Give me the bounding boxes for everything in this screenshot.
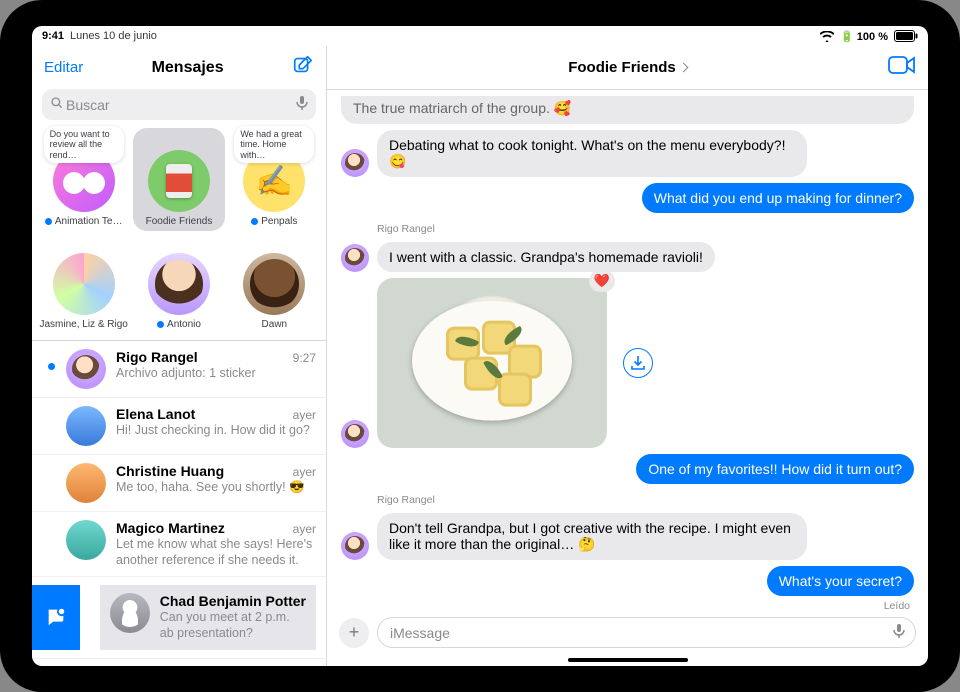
pin-jasmine[interactable]: Jasmine, Liz & Rigo bbox=[38, 231, 129, 334]
avatar bbox=[66, 463, 106, 503]
unread-dot bbox=[45, 218, 52, 225]
chat-pane: ••• Foodie Friends The true matriarch of… bbox=[327, 46, 928, 666]
search-field[interactable] bbox=[42, 89, 316, 120]
pin-label: Antonio bbox=[167, 319, 201, 330]
conversation-list: Rigo Rangel 9:27 Archivo adjunto: 1 stick… bbox=[32, 340, 326, 666]
message-out: One of my favorites!! How did it turn ou… bbox=[636, 454, 914, 484]
row-preview: Me too, haha. See you shortly! 😎 bbox=[116, 480, 316, 496]
avatar bbox=[110, 593, 150, 633]
avatar bbox=[148, 150, 210, 212]
wifi-icon bbox=[820, 31, 834, 42]
message-thread[interactable]: The true matriarch of the group. 🥰 Debat… bbox=[327, 90, 928, 611]
avatar bbox=[341, 149, 369, 177]
pin-label: Penpals bbox=[261, 216, 297, 227]
message-out: What's your secret? bbox=[767, 566, 914, 596]
facetime-icon[interactable] bbox=[888, 55, 916, 80]
avatar bbox=[66, 520, 106, 560]
avatar bbox=[341, 420, 369, 448]
message-out: What did you end up making for dinner? bbox=[642, 183, 914, 213]
avatar bbox=[341, 532, 369, 560]
mark-unread-button[interactable] bbox=[32, 585, 80, 649]
sender-label: Rigo Rangel bbox=[377, 223, 914, 235]
tapback-love-icon[interactable]: ❤️ bbox=[589, 270, 615, 292]
row-time: 9:27 bbox=[293, 351, 316, 365]
avatar bbox=[341, 244, 369, 272]
read-receipt: Leído bbox=[341, 600, 910, 611]
row-name: Magico Martinez bbox=[116, 520, 225, 536]
sidebar-title: Mensajes bbox=[152, 59, 224, 77]
row-preview: Hi! Just checking in. How did it go? bbox=[116, 423, 316, 439]
chat-header: Foodie Friends bbox=[327, 46, 928, 90]
unread-dot bbox=[48, 363, 55, 370]
compose-field[interactable] bbox=[377, 617, 916, 648]
avatar bbox=[243, 253, 305, 315]
pin-antonio[interactable]: Antonio bbox=[133, 231, 224, 334]
edit-button[interactable]: Editar bbox=[44, 59, 83, 76]
status-bar: 9:41 Lunes 10 de junio 🔋 100 % bbox=[32, 26, 928, 46]
status-time: 9:41 bbox=[42, 30, 64, 42]
compose-icon[interactable] bbox=[292, 54, 314, 81]
list-item[interactable]: Jenny Courtayer Can't wait to see you! bbox=[32, 659, 326, 667]
pin-preview: We had a great time. Home with… bbox=[234, 126, 314, 163]
pin-label: Foodie Friends bbox=[146, 216, 213, 227]
pin-foodie[interactable]: Foodie Friends bbox=[133, 128, 224, 231]
search-input[interactable] bbox=[64, 96, 296, 114]
avatar bbox=[66, 349, 106, 389]
pin-penpals[interactable]: We had a great time. Home with… Penpals bbox=[229, 128, 320, 231]
battery-label: 🔋 100 % bbox=[840, 30, 888, 43]
pin-dawn[interactable]: Dawn bbox=[229, 231, 320, 334]
row-preview: Archivo adjunto: 1 sticker bbox=[116, 366, 316, 382]
sender-label: Rigo Rangel bbox=[377, 494, 914, 506]
pin-label: Dawn bbox=[262, 319, 288, 330]
pin-preview: Do you want to review all the rend… bbox=[44, 126, 124, 163]
message-in: Debating what to cook tonight. What's on… bbox=[377, 130, 807, 177]
image-attachment[interactable] bbox=[377, 278, 607, 448]
message-in: Don't tell Grandpa, but I got creative w… bbox=[377, 513, 807, 560]
row-time: ayer bbox=[293, 465, 316, 479]
sidebar: Editar Mensajes Do you want to review al… bbox=[32, 46, 327, 666]
status-date: Lunes 10 de junio bbox=[70, 30, 157, 42]
avatar bbox=[53, 253, 115, 315]
row-name: Christine Huang bbox=[116, 463, 224, 479]
save-attachment-button[interactable] bbox=[623, 348, 653, 378]
row-preview: Can you meet at 2 p.m. ab presentation? bbox=[160, 610, 306, 641]
list-item-swiped[interactable]: Chad Benjamin Potter Can you meet at 2 p… bbox=[32, 577, 326, 658]
chat-title[interactable]: Foodie Friends bbox=[568, 59, 687, 76]
row-name: Rigo Rangel bbox=[116, 349, 198, 365]
row-time: ayer bbox=[293, 522, 316, 536]
list-item[interactable]: Rigo Rangel 9:27 Archivo adjunto: 1 stick… bbox=[32, 341, 326, 398]
list-item[interactable]: Elena Lanot ayer Hi! Just checking in. Ho… bbox=[32, 398, 326, 455]
row-time: ayer bbox=[293, 408, 316, 422]
list-item[interactable]: Christine Huang ayer Me too, haha. See yo… bbox=[32, 455, 326, 512]
apps-button[interactable]: + bbox=[339, 618, 369, 648]
row-name: Elena Lanot bbox=[116, 406, 195, 422]
message-input[interactable] bbox=[388, 624, 893, 642]
list-item[interactable]: Magico Martinez ayer Let me know what she… bbox=[32, 512, 326, 577]
pinned-grid: Do you want to review all the rend… Anim… bbox=[32, 128, 326, 340]
row-preview: Let me know what she says! Here's anothe… bbox=[116, 537, 316, 568]
pin-animation[interactable]: Do you want to review all the rend… Anim… bbox=[38, 128, 129, 231]
home-indicator[interactable] bbox=[568, 658, 688, 662]
dictate-icon[interactable] bbox=[296, 95, 308, 114]
battery-icon bbox=[894, 30, 918, 42]
avatar bbox=[148, 253, 210, 315]
unread-dot bbox=[251, 218, 258, 225]
message-in: I went with a classic. Grandpa's homemad… bbox=[377, 242, 715, 272]
pin-label: Jasmine, Liz & Rigo bbox=[39, 319, 127, 330]
truncated-message: The true matriarch of the group. 🥰 bbox=[341, 96, 914, 124]
pin-label: Animation Te… bbox=[55, 216, 123, 227]
avatar bbox=[66, 406, 106, 446]
row-name: Chad Benjamin Potter bbox=[160, 593, 306, 609]
unread-dot bbox=[157, 321, 164, 328]
chevron-right-icon bbox=[678, 63, 688, 73]
composer: + bbox=[327, 611, 928, 656]
dictate-icon[interactable] bbox=[893, 623, 905, 642]
search-icon bbox=[50, 96, 64, 113]
